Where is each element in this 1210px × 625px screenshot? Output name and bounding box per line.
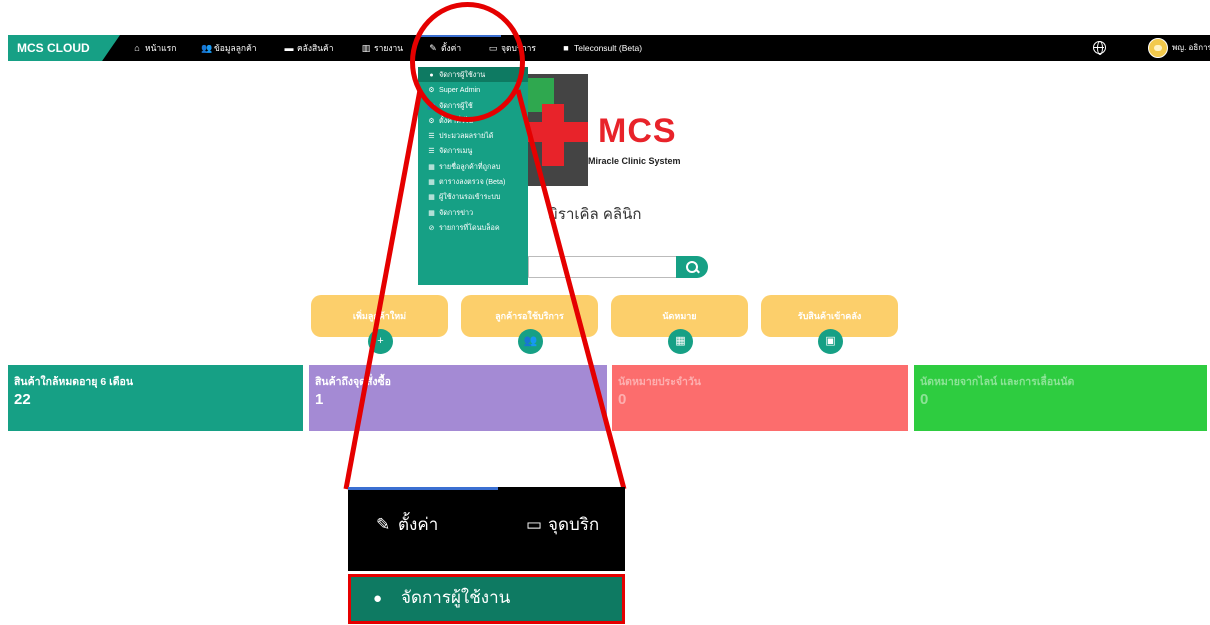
zoom-tab-settings: ✎ ตั้งค่า [376,511,438,538]
zoom-tab-service-points: ▭ จุดบริก [526,511,599,538]
zoom-highlight-circle [410,2,525,122]
wrench-icon: ✎ [376,515,391,534]
zoom-tab-label: ตั้งค่า [398,515,439,534]
monitor-icon: ▭ [526,515,543,534]
zoom-menu-item-manage-users: ● จัดการผู้ใช้งาน [348,574,625,624]
zoom-detail-panel: ✎ ตั้งค่า ▭ จุดบริก ● จัดการผู้ใช้งาน [348,487,625,624]
zoom-item-label: จัดการผู้ใช้งาน [401,588,511,607]
user-icon: ● [373,590,383,607]
callout-line-left [343,89,423,490]
zoom-navbar: ✎ ตั้งค่า ▭ จุดบริก [348,487,625,571]
zoom-active-indicator [348,487,498,490]
zoom-tab-label: จุดบริก [548,515,600,534]
callout-line-right [515,89,627,490]
